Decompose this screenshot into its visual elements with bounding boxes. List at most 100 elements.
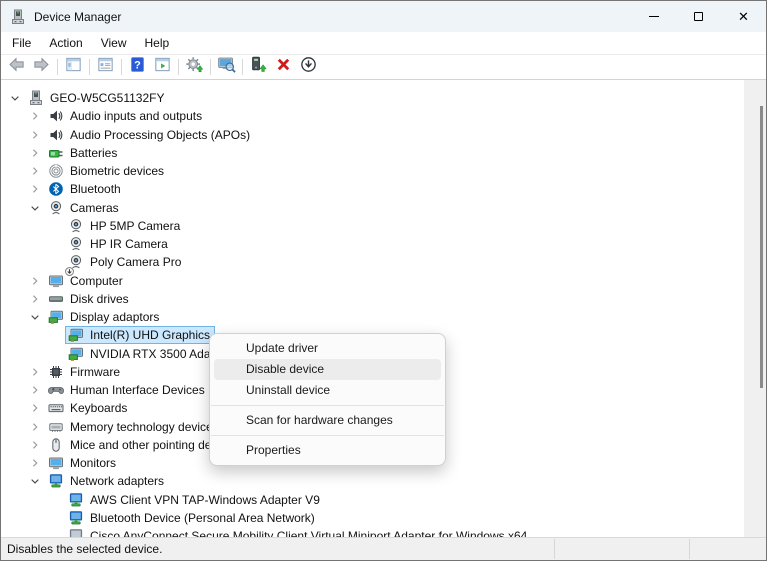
tree-item-content[interactable]: Firmware: [45, 363, 125, 381]
tree-item-content[interactable]: Bluetooth: [45, 180, 126, 198]
tree-item-label: Bluetooth: [70, 182, 121, 196]
help-button[interactable]: ?: [125, 56, 150, 78]
chevron-right-icon[interactable]: [28, 146, 42, 160]
back-button[interactable]: [4, 56, 29, 78]
tree-item-audio-inputs-and-outputs[interactable]: Audio inputs and outputs: [1, 107, 746, 125]
forward-button[interactable]: [29, 56, 54, 78]
tree-item-computer[interactable]: Computer: [1, 272, 746, 290]
tree-item-label: GEO-W5CG51132FY: [50, 91, 164, 105]
tree-item-content[interactable]: Human Interface Devices: [45, 381, 210, 399]
context-menu-item-uninstall-device[interactable]: Uninstall device: [210, 380, 445, 401]
tree-item-disk-drives[interactable]: Disk drives: [1, 290, 746, 308]
context-menu-item-update-driver[interactable]: Update driver: [210, 338, 445, 359]
tree-item-geo-w5cg51132fy[interactable]: GEO-W5CG51132FY: [1, 89, 746, 107]
tree-item-biometric-devices[interactable]: Biometric devices: [1, 162, 746, 180]
chevron-right-icon[interactable]: [28, 182, 42, 196]
tree-item-batteries[interactable]: Batteries: [1, 144, 746, 162]
tree-item-bluetooth[interactable]: Bluetooth: [1, 180, 746, 198]
tree-item-content[interactable]: HP 5MP Camera: [65, 217, 185, 235]
tree-item-content[interactable]: NVIDIA RTX 3500 Ada G: [65, 345, 228, 363]
tree-item-content[interactable]: Audio Processing Objects (APOs): [45, 126, 255, 144]
chevron-right-icon[interactable]: [28, 128, 42, 142]
tree-item-content[interactable]: Monitors: [45, 454, 121, 472]
tree-item-bluetooth-device-personal-area-network[interactable]: Bluetooth Device (Personal Area Network): [1, 509, 746, 527]
chevron-right-icon[interactable]: [28, 274, 42, 288]
camera-icon: [68, 218, 84, 234]
toolbar-separator: [210, 59, 211, 75]
scrollbar-thumb[interactable]: [760, 106, 763, 388]
tree-item-hp-5mp-camera[interactable]: HP 5MP Camera: [1, 217, 746, 235]
statusbar-divider: [554, 539, 555, 559]
tree-item-display-adaptors[interactable]: Display adaptors: [1, 308, 746, 326]
tree-item-aws-client-vpn-tap-windows-adapter-v9[interactable]: AWS Client VPN TAP-Windows Adapter V9: [1, 491, 746, 509]
update-driver-button[interactable]: [246, 56, 271, 78]
chevron-right-icon[interactable]: [28, 401, 42, 415]
tree-item-content[interactable]: Memory technology devices: [45, 418, 224, 436]
menu-help[interactable]: Help: [136, 36, 179, 50]
tree-item-label: AWS Client VPN TAP-Windows Adapter V9: [90, 493, 320, 507]
selected-tree-item[interactable]: Intel(R) UHD Graphics: [65, 326, 215, 344]
chevron-right-icon[interactable]: [28, 456, 42, 470]
tree-item-content[interactable]: Batteries: [45, 144, 122, 162]
tree-item-content[interactable]: Disk drives: [45, 290, 134, 308]
properties-button[interactable]: [93, 56, 118, 78]
toolbar-separator: [121, 59, 122, 75]
tree-item-content[interactable]: Bluetooth Device (Personal Area Network): [65, 509, 320, 527]
tree-item-content[interactable]: Audio inputs and outputs: [45, 107, 207, 125]
gpu-icon: [68, 346, 84, 362]
tree-item-audio-processing-objects-apos[interactable]: Audio Processing Objects (APOs): [1, 126, 746, 144]
chevron-right-icon[interactable]: [28, 164, 42, 178]
menu-file[interactable]: File: [3, 36, 40, 50]
tree-item-content[interactable]: Network adapters: [45, 472, 169, 490]
vertical-scrollbar[interactable]: [744, 80, 766, 539]
tree-item-label: Keyboards: [70, 401, 127, 415]
chevron-right-icon[interactable]: [28, 292, 42, 306]
tree-item-content[interactable]: Biometric devices: [45, 162, 169, 180]
bluetooth-icon: [48, 181, 64, 197]
tree-item-content[interactable]: Keyboards: [45, 399, 132, 417]
tree-item-poly-camera-pro[interactable]: Poly Camera Pro: [1, 253, 746, 271]
uninstall-device-icon: [274, 55, 293, 79]
tree-item-content[interactable]: AWS Client VPN TAP-Windows Adapter V9: [65, 491, 325, 509]
help-icon: ?: [128, 55, 147, 79]
chevron-down-icon[interactable]: [28, 474, 42, 488]
chevron-right-icon[interactable]: [28, 365, 42, 379]
context-menu-item-disable-device[interactable]: Disable device: [214, 359, 441, 380]
tree-item-network-adapters[interactable]: Network adapters: [1, 472, 746, 490]
chevron-down-icon[interactable]: [28, 310, 42, 324]
uninstall-device-button[interactable]: [271, 56, 296, 78]
chevron-down-icon[interactable]: [28, 201, 42, 215]
svg-text:?: ?: [134, 59, 141, 71]
menu-view[interactable]: View: [92, 36, 136, 50]
fingerprint-icon: [48, 163, 64, 179]
maximize-button[interactable]: [676, 1, 721, 32]
properties-icon: [96, 55, 115, 79]
tree-item-content[interactable]: HP IR Camera: [65, 235, 173, 253]
tree-item-hp-ir-camera[interactable]: HP IR Camera: [1, 235, 746, 253]
context-menu-item-scan-for-hardware-changes[interactable]: Scan for hardware changes: [210, 410, 445, 431]
minimize-button[interactable]: [631, 1, 676, 32]
tree-item-content[interactable]: Display adaptors: [45, 308, 164, 326]
disable-device-button[interactable]: [296, 56, 321, 78]
update-driver-software-button[interactable]: [182, 56, 207, 78]
menu-action[interactable]: Action: [40, 36, 91, 50]
tree-item-content[interactable]: Computer: [45, 272, 128, 290]
context-menu-item-properties[interactable]: Properties: [210, 440, 445, 461]
device-tree[interactable]: GEO-W5CG51132FY Audio inputs and outputs A…: [1, 80, 746, 539]
close-button[interactable]: ✕: [721, 1, 766, 32]
console-tree-button[interactable]: [61, 56, 86, 78]
tree-item-content[interactable]: Cameras: [45, 199, 124, 217]
tree-item-label: Audio inputs and outputs: [70, 109, 202, 123]
scan-hardware-button[interactable]: [214, 56, 239, 78]
monitor-icon: [48, 455, 64, 471]
action-pane-button[interactable]: [150, 56, 175, 78]
chevron-right-icon[interactable]: [28, 438, 42, 452]
chevron-right-icon[interactable]: [28, 109, 42, 123]
chevron-right-icon[interactable]: [28, 383, 42, 397]
chevron-right-icon[interactable]: [28, 420, 42, 434]
tree-item-cameras[interactable]: Cameras: [1, 199, 746, 217]
chevron-down-icon[interactable]: [8, 91, 22, 105]
toolbar-separator: [89, 59, 90, 75]
tree-item-content[interactable]: Poly Camera Pro: [65, 253, 186, 271]
tree-item-content[interactable]: GEO-W5CG51132FY: [25, 89, 169, 107]
